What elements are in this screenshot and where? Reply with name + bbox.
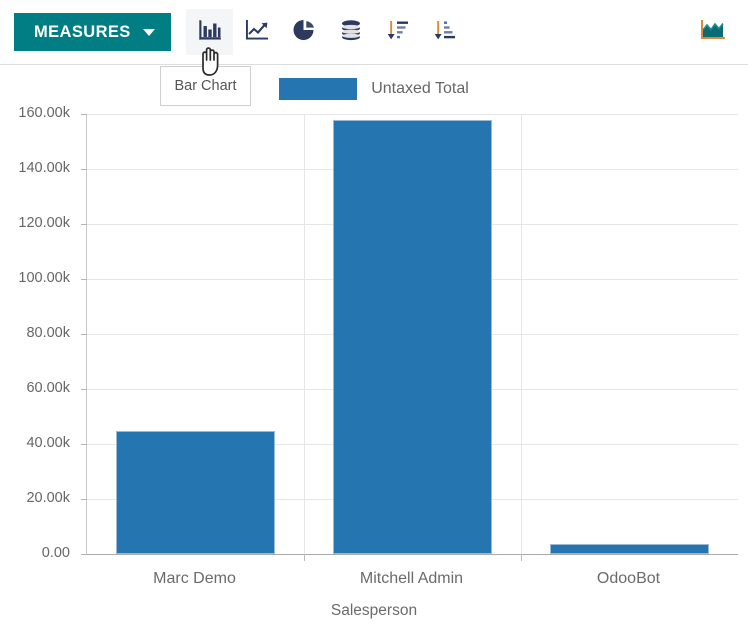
y-axis-tick-mark <box>81 169 87 170</box>
bar[interactable] <box>550 544 709 554</box>
y-axis-tick-label: 60.00k <box>0 380 70 396</box>
y-axis-tick-mark <box>81 334 87 335</box>
y-axis-tick-label: 100.00k <box>0 270 70 286</box>
line-chart-button[interactable] <box>233 9 280 55</box>
category-separator <box>521 114 522 554</box>
y-axis-tick-label: 140.00k <box>0 160 70 176</box>
legend-label: Untaxed Total <box>371 80 469 98</box>
bar-chart-tooltip: Bar Chart <box>160 66 251 106</box>
x-axis-tick-mark <box>521 554 522 561</box>
y-axis-tick-mark <box>81 114 87 115</box>
bar-chart-button[interactable] <box>186 9 233 55</box>
sort-ascending-button[interactable] <box>421 9 468 55</box>
x-axis-tick-label: Marc Demo <box>153 570 236 588</box>
y-axis-tick-label: 0.00 <box>0 545 70 561</box>
y-axis-tick-label: 160.00k <box>0 105 70 121</box>
y-axis-tick-label: 40.00k <box>0 435 70 451</box>
graph-view-button[interactable] <box>692 13 734 51</box>
x-axis-tick-mark <box>304 554 305 561</box>
legend-swatch[interactable] <box>279 78 357 100</box>
x-axis-title: Salesperson <box>0 602 748 620</box>
bar-chart-canvas: 0.00 20.00k 40.00k 60.00k 80.00k 100.00k 120.0… <box>0 104 748 628</box>
line-chart-icon <box>244 18 270 47</box>
category-separator <box>304 114 305 554</box>
pie-chart-button[interactable] <box>280 9 327 55</box>
x-axis-tick-label: OdooBot <box>597 570 660 588</box>
chart-legend: Untaxed Total <box>0 78 748 100</box>
y-axis-tick-label: 80.00k <box>0 325 70 341</box>
sort-descending-button[interactable] <box>374 9 421 55</box>
measures-button-label: MEASURES <box>34 23 131 42</box>
bar[interactable] <box>116 431 275 554</box>
gridline <box>87 114 738 115</box>
plot-area: 0.0020.00k40.00k60.00k80.00k100.00k120.0… <box>86 114 738 555</box>
x-axis-tick-label: Mitchell Admin <box>360 570 463 588</box>
tooltip-text: Bar Chart <box>174 78 236 94</box>
sort-descending-icon <box>385 18 411 47</box>
y-axis-tick-mark <box>81 554 87 555</box>
measures-button[interactable]: MEASURES <box>14 13 171 51</box>
area-chart-icon <box>698 16 728 49</box>
sort-ascending-icon <box>432 18 458 47</box>
database-stack-icon <box>338 18 364 47</box>
bar[interactable] <box>333 120 492 555</box>
bar-chart-icon <box>197 18 223 47</box>
chart-type-button-group <box>186 9 468 55</box>
stacked-button[interactable] <box>327 9 374 55</box>
pie-chart-icon <box>291 18 317 47</box>
y-axis-tick-label: 120.00k <box>0 215 70 231</box>
y-axis-tick-label: 20.00k <box>0 490 70 506</box>
y-axis-tick-mark <box>81 389 87 390</box>
chevron-down-icon <box>143 29 155 36</box>
y-axis-tick-mark <box>81 499 87 500</box>
chart-toolbar: MEASURES <box>0 0 748 65</box>
y-axis-tick-mark <box>81 279 87 280</box>
y-axis-tick-mark <box>81 444 87 445</box>
y-axis-tick-mark <box>81 224 87 225</box>
